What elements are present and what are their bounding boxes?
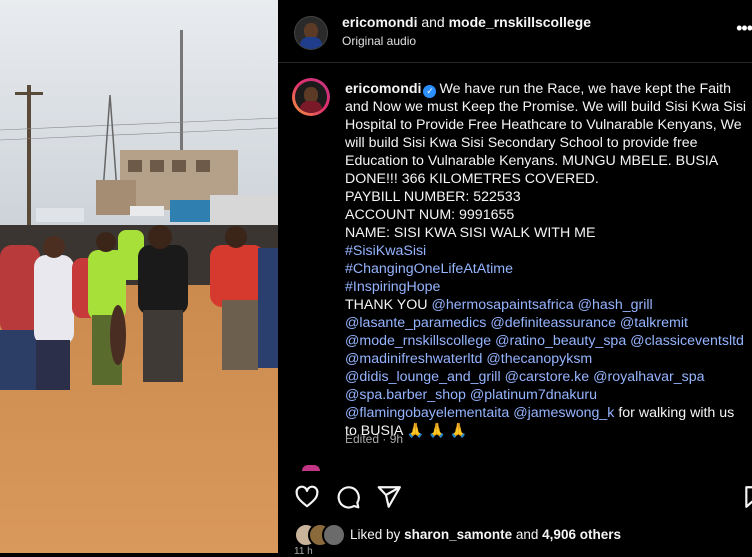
liked-by-middle: and xyxy=(515,527,539,542)
coauthor-username[interactable]: mode_rnskillscollege xyxy=(449,14,591,30)
verified-badge-icon: ✓ xyxy=(423,85,437,98)
share-button[interactable] xyxy=(376,484,402,510)
hashtag-link[interactable]: #InspiringHope xyxy=(345,279,440,295)
more-options-button[interactable]: ••• xyxy=(736,18,752,39)
liked-by-text: Liked by sharon_samonte and 4,906 others xyxy=(350,527,621,542)
video-frame-image xyxy=(0,0,278,553)
heart-icon xyxy=(295,485,319,508)
author-avatar[interactable] xyxy=(294,16,328,50)
mention-link[interactable]: @thecanopyksm xyxy=(486,351,592,367)
mention-link[interactable]: @platinum7dnakuru xyxy=(470,387,597,403)
more-horizontal-icon: ••• xyxy=(736,18,752,38)
mention-link[interactable]: @didis_lounge_and_grill xyxy=(345,369,501,385)
account-text: ACCOUNT NUM: 9991655 xyxy=(345,207,515,223)
mention-link[interactable]: @ratino_beauty_spa xyxy=(495,333,626,349)
mention-link[interactable]: @jameswong_k xyxy=(513,405,614,421)
audio-link[interactable]: Original audio xyxy=(342,34,416,48)
caption-avatar[interactable] xyxy=(292,78,330,116)
post-panel: ericomondi and mode_rnskillscollege Orig… xyxy=(278,0,752,557)
caption: ericomondi ✓ We have run the Race, we have… xyxy=(345,80,749,440)
divider xyxy=(278,62,752,63)
mention-link[interactable]: @carstore.ke xyxy=(505,369,590,385)
mention-link[interactable]: @hash_grill xyxy=(578,297,653,313)
post-video[interactable] xyxy=(0,0,278,553)
paybill-text: PAYBILL NUMBER: 522533 xyxy=(345,189,521,205)
author-username[interactable]: ericomondi xyxy=(342,14,417,30)
hashtag-link[interactable]: #ChangingOneLifeAtAtime xyxy=(345,261,513,277)
mention-link[interactable]: @talkremit xyxy=(620,315,688,331)
save-button[interactable] xyxy=(742,484,752,510)
mention-link[interactable]: @royalhavar_spa xyxy=(593,369,704,385)
mention-link[interactable]: @classiceventsltd xyxy=(630,333,744,349)
comment-button[interactable] xyxy=(335,484,361,510)
author-names: ericomondi and mode_rnskillscollege xyxy=(342,14,591,30)
action-bar xyxy=(294,484,752,510)
hashtag-link[interactable]: #SisiKwaSisi xyxy=(345,243,426,259)
caption-username[interactable]: ericomondi xyxy=(345,81,421,97)
thanks-text: THANK YOU xyxy=(345,297,428,313)
liked-by-user[interactable]: sharon_samonte xyxy=(404,527,512,542)
mention-link[interactable]: @lasante_paramedics xyxy=(345,315,486,331)
liked-by-avatars[interactable] xyxy=(294,523,346,547)
mention-link[interactable]: @spa.barber_shop xyxy=(345,387,466,403)
bookmark-icon xyxy=(745,486,752,508)
name-text: NAME: SISI KWA SISI WALK WITH ME xyxy=(345,225,596,241)
mention-link[interactable]: @hermosapaintsafrica xyxy=(431,297,573,313)
mention-link[interactable]: @definiteassurance xyxy=(490,315,616,331)
send-icon xyxy=(377,486,401,508)
next-comment-avatar xyxy=(302,465,320,471)
likes-count-link[interactable]: 4,906 others xyxy=(542,527,621,542)
like-button[interactable] xyxy=(294,484,320,510)
post-header: ericomondi and mode_rnskillscollege Orig… xyxy=(294,12,752,56)
comment-icon xyxy=(337,486,360,509)
edited-timestamp: Edited · 9h xyxy=(345,432,404,446)
post-date: 11 h xyxy=(294,546,313,557)
joiner-text: and xyxy=(421,14,445,30)
liker-avatar xyxy=(322,523,346,547)
mention-link[interactable]: @mode_rnskillscollege xyxy=(345,333,491,349)
liked-by-prefix: Liked by xyxy=(350,527,401,542)
mention-link[interactable]: @flamingobayelementaita xyxy=(345,405,509,421)
mention-link[interactable]: @madinifreshwaterltd xyxy=(345,351,482,367)
